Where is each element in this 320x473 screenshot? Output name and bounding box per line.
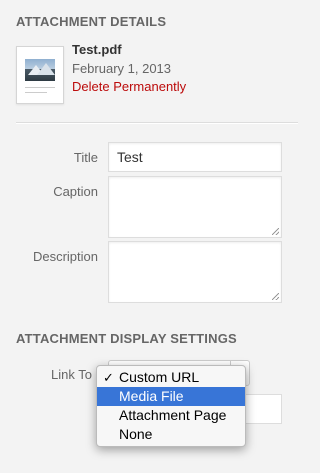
option-label: Media File: [119, 388, 184, 404]
file-date: February 1, 2013: [72, 61, 172, 76]
delete-permanently-link[interactable]: Delete Permanently: [72, 79, 186, 94]
dropdown-option-custom-url[interactable]: ✓ Custom URL: [97, 368, 245, 387]
thumbnail-line: [25, 87, 55, 88]
caption-label: Caption: [53, 184, 98, 199]
document-thumbnail-icon: [16, 46, 64, 104]
attachment-display-settings-heading: ATTACHMENT DISPLAY SETTINGS: [16, 331, 237, 346]
attachment-details-heading: ATTACHMENT DETAILS: [16, 14, 167, 29]
thumbnail-image: [25, 59, 55, 81]
attachment-details-panel: ATTACHMENT DETAILS Test.pdf February 1, …: [0, 0, 298, 473]
checkmark-icon: ✓: [103, 370, 114, 385]
caption-textarea[interactable]: [108, 176, 282, 238]
description-textarea[interactable]: [108, 241, 282, 303]
divider: [16, 122, 298, 124]
title-input[interactable]: [108, 142, 282, 172]
resize-grip-icon[interactable]: [272, 228, 279, 235]
dropdown-option-none[interactable]: None: [97, 425, 245, 444]
title-label: Title: [73, 150, 98, 165]
link-to-dropdown-menu[interactable]: ✓ Custom URL Media File Attachment Page …: [96, 365, 246, 447]
dropdown-option-media-file[interactable]: Media File: [97, 387, 245, 406]
link-to-label: Link To: [51, 367, 92, 382]
description-label: Description: [32, 249, 98, 264]
dropdown-option-attachment-page[interactable]: Attachment Page: [97, 406, 245, 425]
thumbnail-line: [25, 92, 47, 93]
resize-grip-icon[interactable]: [272, 293, 279, 300]
option-label: Attachment Page: [119, 407, 227, 423]
file-name: Test.pdf: [72, 42, 122, 57]
option-label: None: [119, 426, 153, 442]
option-label: Custom URL: [119, 369, 200, 385]
